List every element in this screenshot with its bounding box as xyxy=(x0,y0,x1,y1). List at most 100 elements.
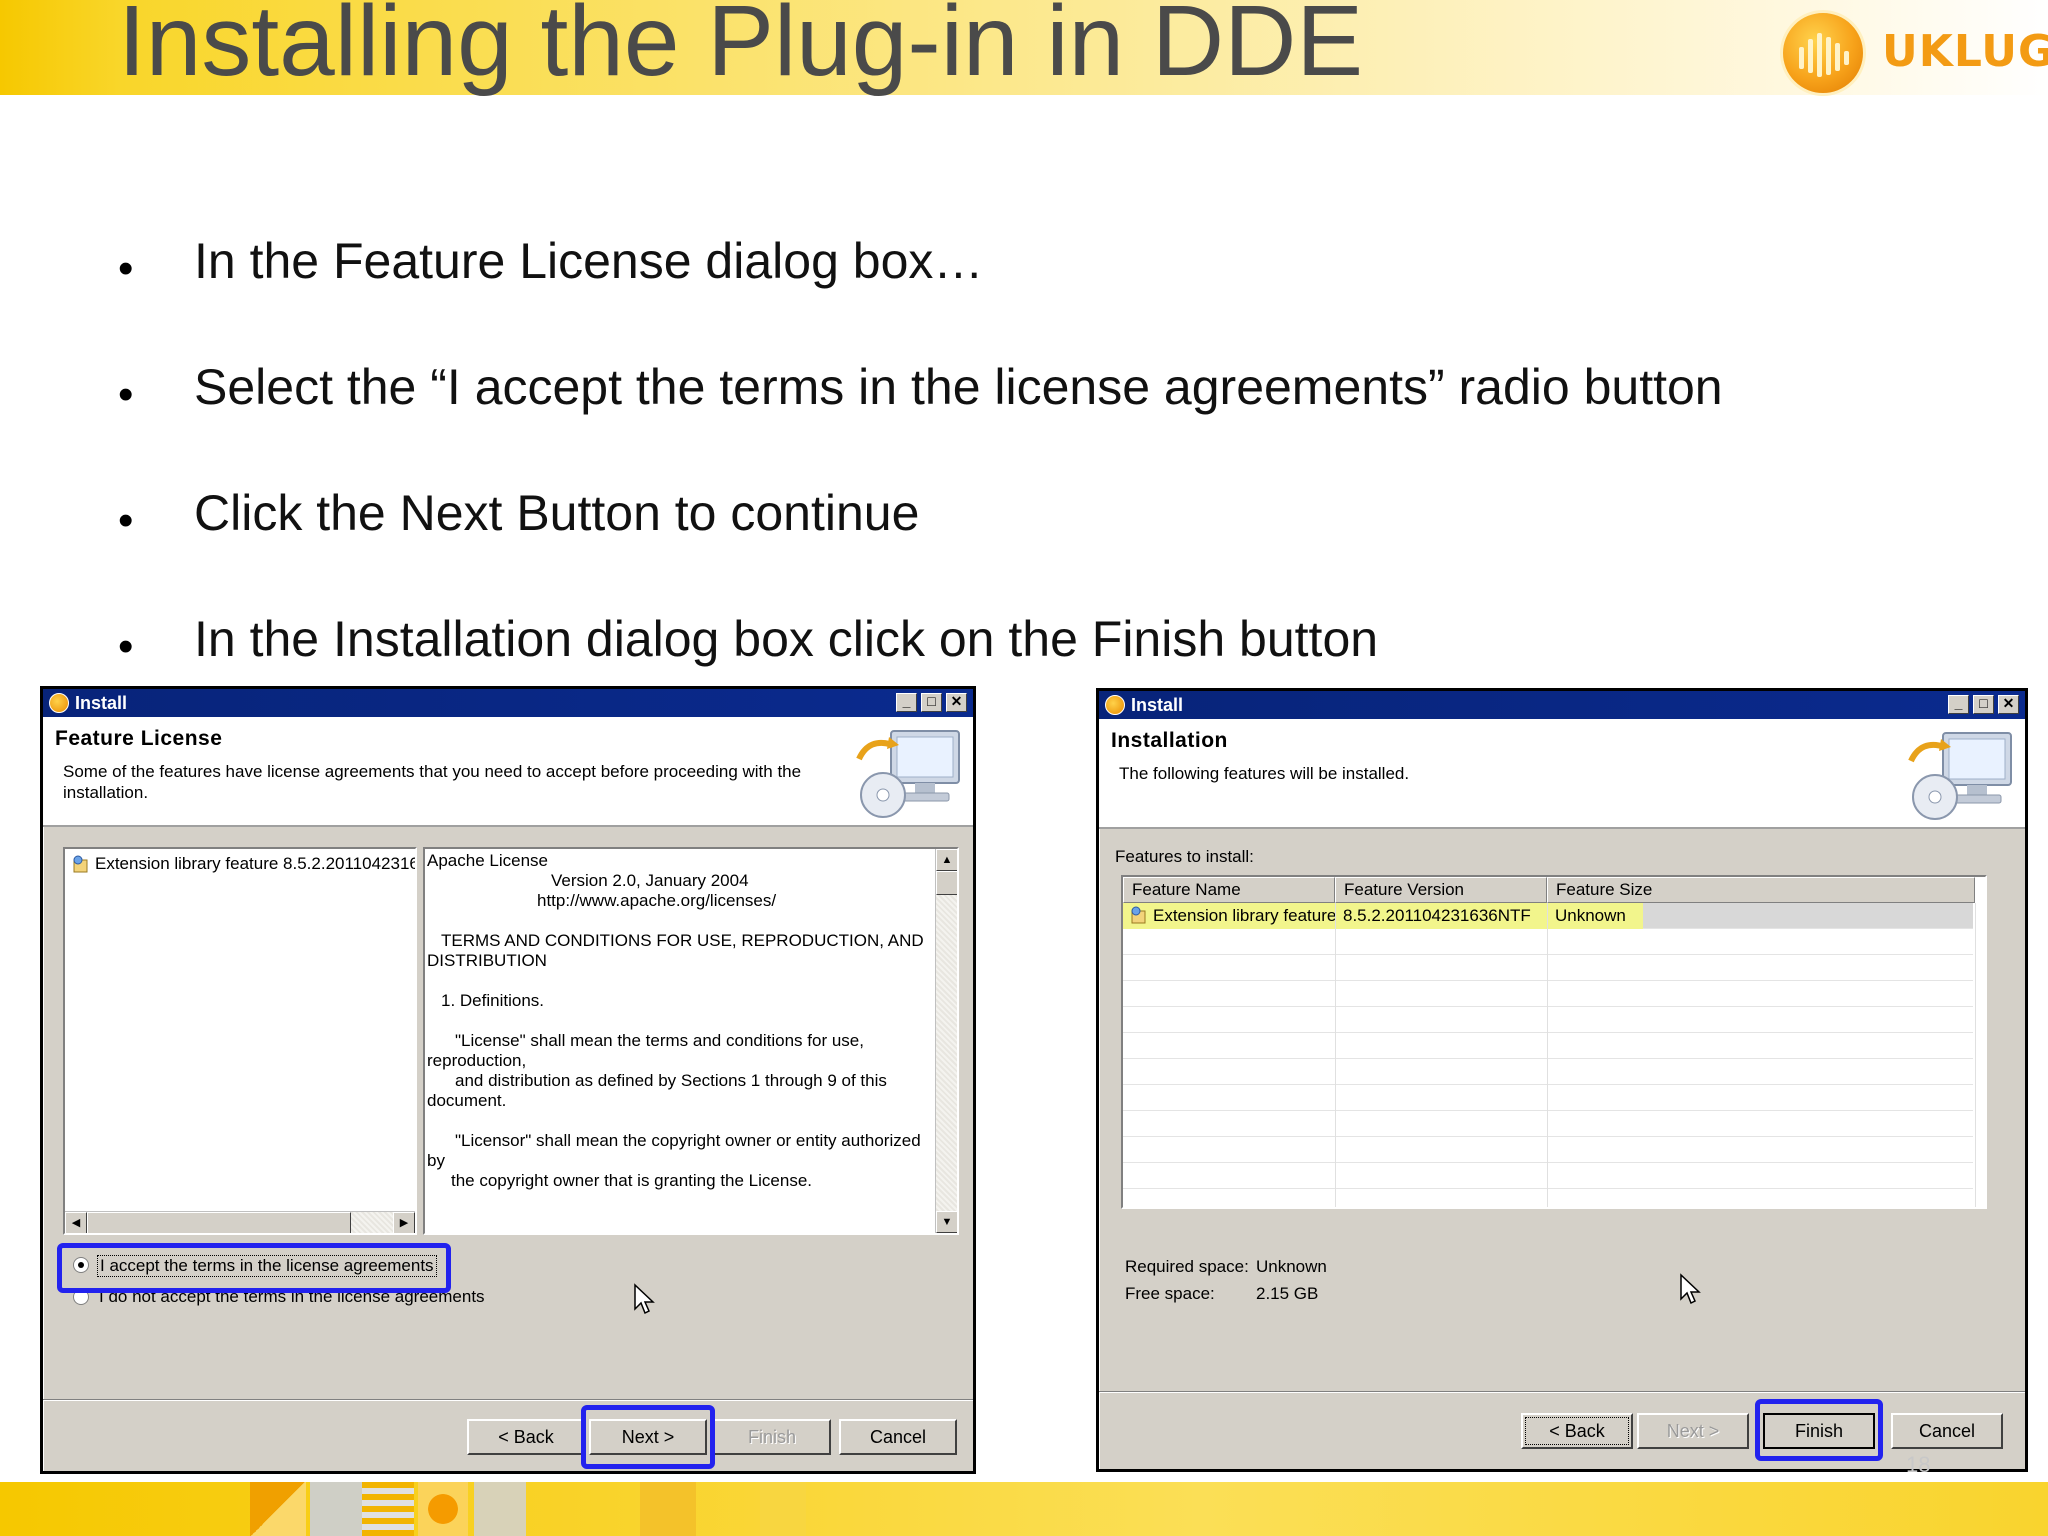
table-row[interactable]: Extension library feature 8.5.2.20110423… xyxy=(1123,903,1973,929)
footer-tile xyxy=(310,1482,366,1536)
footer-band xyxy=(0,1482,2048,1536)
bullet-marker: • xyxy=(118,622,134,671)
banner-description: Some of the features have license agreem… xyxy=(63,762,802,802)
install-app-icon xyxy=(1105,695,1125,715)
bullet-marker: • xyxy=(118,496,134,545)
uklug-logo: UKLUG xyxy=(1776,6,2048,96)
radio-unselected-icon xyxy=(73,1289,89,1305)
uklug-logo-text: UKLUG xyxy=(1882,26,2048,77)
license-line: TERMS AND CONDITIONS FOR USE, REPRODUCTI… xyxy=(441,931,924,950)
scroll-right-button[interactable]: ▶ xyxy=(393,1212,415,1233)
feature-item-label: Extension library feature 8.5.2.20110423… xyxy=(95,854,417,873)
accept-license-label: I accept the terms in the license agreem… xyxy=(97,1255,437,1277)
footer-tile xyxy=(760,1482,806,1536)
dialog-banner: Feature License Some of the features hav… xyxy=(43,717,973,827)
scroll-up-button[interactable]: ▲ xyxy=(936,849,957,871)
cancel-button[interactable]: Cancel xyxy=(839,1419,957,1455)
feature-size-cell: Unknown xyxy=(1555,906,1626,925)
install-computer-icon xyxy=(856,730,960,818)
required-space-value: Unknown xyxy=(1256,1257,1327,1276)
button-separator xyxy=(1099,1391,2025,1393)
license-line: by xyxy=(427,1151,445,1170)
horizontal-scrollbar[interactable]: ◀ ▶ xyxy=(65,1211,415,1233)
feature-package-icon xyxy=(1131,906,1146,924)
close-button[interactable]: ✕ xyxy=(946,693,967,712)
footer-tile xyxy=(474,1482,526,1536)
bullet-marker: • xyxy=(118,370,134,419)
license-line: reproduction, xyxy=(427,1051,527,1070)
column-divider xyxy=(1335,903,1336,1207)
banner-heading: Installation xyxy=(1111,729,1228,752)
feature-list[interactable]: Extension library feature 8.5.2.20110423… xyxy=(63,847,417,1235)
vertical-scrollbar[interactable]: ▲ ▼ xyxy=(935,849,957,1233)
table-row xyxy=(1123,1137,1973,1163)
column-divider xyxy=(1975,903,1976,1207)
dialog-title: Install xyxy=(75,693,128,713)
license-line: Version 2.0, January 2004 xyxy=(551,871,749,890)
finish-button[interactable]: Finish xyxy=(1763,1413,1875,1449)
free-space-value: 2.15 GB xyxy=(1256,1284,1319,1303)
license-line: Apache License xyxy=(427,851,548,870)
radio-selected-icon xyxy=(73,1257,89,1273)
close-button[interactable]: ✕ xyxy=(1998,695,2019,714)
footer-tile xyxy=(418,1482,468,1536)
maximize-button[interactable]: □ xyxy=(921,693,942,712)
bullet-text: Select the “I accept the terms in the li… xyxy=(194,359,1723,415)
slide-title: Installing the Plug-in in DDE xyxy=(118,0,1364,97)
scroll-left-button[interactable]: ◀ xyxy=(65,1212,87,1233)
required-space-label: Required space: xyxy=(1125,1257,1249,1276)
button-separator xyxy=(43,1399,973,1401)
table-row xyxy=(1123,1085,1973,1111)
table-row xyxy=(1123,981,1973,1007)
table-row xyxy=(1123,1059,1973,1085)
footer-tile xyxy=(250,1482,306,1536)
bullet-text: In the Installation dialog box click on … xyxy=(194,611,1379,667)
cancel-button[interactable]: Cancel xyxy=(1891,1413,2003,1449)
scroll-thumb[interactable] xyxy=(87,1212,351,1233)
free-space-label: Free space: xyxy=(1125,1284,1215,1303)
dialog-title: Install xyxy=(1131,695,1184,715)
features-to-install-label: Features to install: xyxy=(1115,847,1254,866)
minimize-button[interactable]: _ xyxy=(896,693,917,712)
table-row xyxy=(1123,1163,1973,1189)
page-number: 18 xyxy=(1906,1452,1931,1477)
license-line: DISTRIBUTION xyxy=(427,951,547,970)
feature-license-dialog: Install _ □ ✕ Feature License Some of th… xyxy=(40,686,976,1474)
maximize-button[interactable]: □ xyxy=(1973,695,1994,714)
column-header-feature-version[interactable]: Feature Version xyxy=(1335,877,1547,903)
install-computer-icon xyxy=(1908,732,2012,820)
column-header-feature-name[interactable]: Feature Name xyxy=(1123,877,1335,903)
feature-package-icon xyxy=(73,855,88,873)
column-header-feature-size[interactable]: Feature Size xyxy=(1547,877,1975,903)
scroll-thumb[interactable] xyxy=(936,871,957,895)
banner-description: The following features will be installed… xyxy=(1119,764,1410,783)
back-button[interactable]: < Back xyxy=(467,1419,585,1455)
feature-name-cell: Extension library feature xyxy=(1153,906,1337,925)
table-row xyxy=(1123,1111,1973,1137)
decline-license-label: I do not accept the terms in the license… xyxy=(99,1287,485,1306)
table-row xyxy=(1123,955,1973,981)
scroll-down-button[interactable]: ▼ xyxy=(936,1211,957,1233)
back-button[interactable]: < Back xyxy=(1521,1413,1633,1449)
install-app-icon xyxy=(49,693,69,713)
minimize-button[interactable]: _ xyxy=(1948,695,1969,714)
features-table[interactable]: Feature Name Feature Version Feature Siz… xyxy=(1121,875,1987,1209)
bullet-marker: • xyxy=(118,244,134,293)
next-button[interactable]: Next > xyxy=(589,1419,707,1455)
dialog-banner: Installation The following features will… xyxy=(1099,719,2025,829)
banner-heading: Feature License xyxy=(55,727,223,750)
feature-list-item[interactable]: Extension library feature 8.5.2.20110423… xyxy=(71,853,415,877)
bullet-text: Click the Next Button to continue xyxy=(194,485,920,541)
mouse-pointer-icon xyxy=(634,1283,655,1315)
column-divider xyxy=(1547,903,1548,1207)
table-row xyxy=(1123,1007,1973,1033)
dialog-titlebar: Install _ □ ✕ xyxy=(43,689,973,717)
license-line: http://www.apache.org/licenses/ xyxy=(537,891,777,910)
license-text-area[interactable]: Apache License Version 2.0, January 2004… xyxy=(423,847,959,1235)
uklug-logo-mark-icon xyxy=(1780,10,1866,96)
finish-button[interactable]: Finish xyxy=(713,1419,831,1455)
license-line: "License" shall mean the terms and condi… xyxy=(455,1031,864,1050)
license-line: document. xyxy=(427,1091,507,1110)
footer-tile xyxy=(640,1482,696,1536)
next-button[interactable]: Next > xyxy=(1637,1413,1749,1449)
